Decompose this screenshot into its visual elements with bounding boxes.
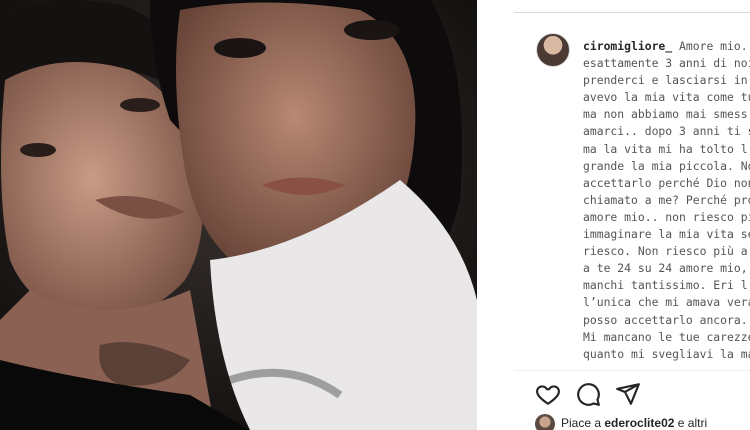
caption-line: chiamato a me? Perché pro — [583, 192, 750, 207]
likes-summary: Piace a ederoclite02 e altri — [535, 414, 707, 430]
comment-icon[interactable] — [575, 381, 601, 407]
share-icon[interactable] — [615, 381, 641, 407]
caption-line: avevo la mia vita come tu a — [583, 90, 750, 105]
caption-line: ma non abbiamo mai smess — [583, 107, 748, 122]
heart-icon[interactable] — [535, 381, 561, 407]
avatar[interactable] — [535, 414, 555, 430]
caption-line: accettarlo perché Dio non — [583, 175, 750, 190]
caption-line: amarci.. dopo 3 anni ti stav — [583, 124, 750, 139]
caption-line: esattamente 3 anni di noi, 3 — [583, 56, 750, 71]
divider — [514, 12, 750, 13]
caption-line: a te 24 su 24 amore mio, m — [583, 261, 750, 276]
post-photo[interactable] — [0, 0, 477, 430]
caption-line: riesco. Non riesco più a do — [583, 244, 750, 259]
caption-line: ma la vita mi ha tolto l’amor — [583, 141, 750, 156]
caption-line: Mi mancano le tue carezze — [583, 329, 750, 344]
caption-line: Amore mio.., — [679, 39, 750, 53]
likes-suffix[interactable]: e altri — [678, 416, 707, 430]
caption-line: immaginare la mia vita senz — [583, 227, 750, 242]
caption-line: manchi tantissimo. Eri l’unic — [583, 278, 750, 293]
post-caption: ciromigliore_ Amore mio.., esattamente 3… — [583, 38, 750, 363]
liker-username-link[interactable]: ederoclite02 — [604, 416, 674, 430]
avatar[interactable] — [536, 33, 570, 67]
username-link[interactable]: ciromigliore_ — [583, 39, 672, 53]
caption-line: posso accettarlo ancora.. n — [583, 312, 750, 327]
caption-line: grande la mia piccola. Non — [583, 158, 750, 173]
post-side-panel: ciromigliore_ Amore mio.., esattamente 3… — [477, 0, 750, 430]
caption-line: l’unica che mi amava veram — [583, 295, 750, 310]
caption-line: amore mio.. non riesco più — [583, 209, 750, 224]
caption-line: quanto mi svegliavi la matti — [583, 346, 750, 361]
divider — [514, 370, 750, 371]
post-photo-area — [0, 0, 477, 430]
caption-line: prenderci e lasciarsi in cont — [583, 73, 748, 88]
likes-prefix: Piace a — [561, 416, 602, 430]
